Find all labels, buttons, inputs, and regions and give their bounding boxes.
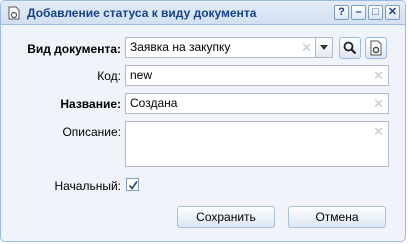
description-field[interactable]: ✕ [125, 121, 389, 167]
name-value: Создана [130, 96, 178, 110]
document-icon [7, 6, 21, 20]
chevron-down-icon[interactable] [315, 38, 332, 57]
save-button[interactable]: Сохранить [177, 206, 275, 228]
search-button[interactable] [339, 37, 361, 59]
clear-x-icon[interactable]: ✕ [373, 67, 384, 84]
description-label: Описание: [62, 125, 121, 139]
close-button[interactable]: ✕ [385, 5, 400, 20]
clear-x-icon[interactable]: ✕ [301, 39, 312, 56]
document-gear-icon [370, 40, 382, 56]
minimize-button[interactable]: – [351, 5, 366, 20]
name-label: Название: [60, 97, 121, 111]
dialog-window: Добавление статуса к виду документа ? – … [0, 0, 406, 242]
clear-x-icon[interactable]: ✕ [373, 123, 384, 140]
clear-x-icon[interactable]: ✕ [373, 95, 384, 112]
help-button[interactable]: ? [334, 5, 349, 20]
doc-type-combo[interactable]: Заявка на закупку ✕ [125, 37, 333, 58]
cancel-button[interactable]: Отмена [288, 206, 386, 228]
doc-type-label: Вид документа: [27, 42, 121, 56]
initial-checkbox[interactable] [126, 178, 139, 191]
initial-label: Начальный: [54, 179, 121, 193]
title-bar[interactable]: Добавление статуса к виду документа ? – … [1, 1, 405, 25]
name-field[interactable]: Создана ✕ [125, 93, 389, 114]
code-value: new [130, 68, 153, 82]
code-label: Код: [97, 69, 121, 83]
maximize-button[interactable]: □ [368, 5, 383, 20]
doc-type-value: Заявка на закупку [130, 40, 231, 54]
edit-doc-type-button[interactable] [365, 37, 387, 59]
code-field[interactable]: new ✕ [125, 65, 389, 86]
window-title: Добавление статуса к виду документа [27, 6, 257, 20]
search-icon [343, 41, 357, 55]
checkmark-icon [128, 181, 138, 190]
